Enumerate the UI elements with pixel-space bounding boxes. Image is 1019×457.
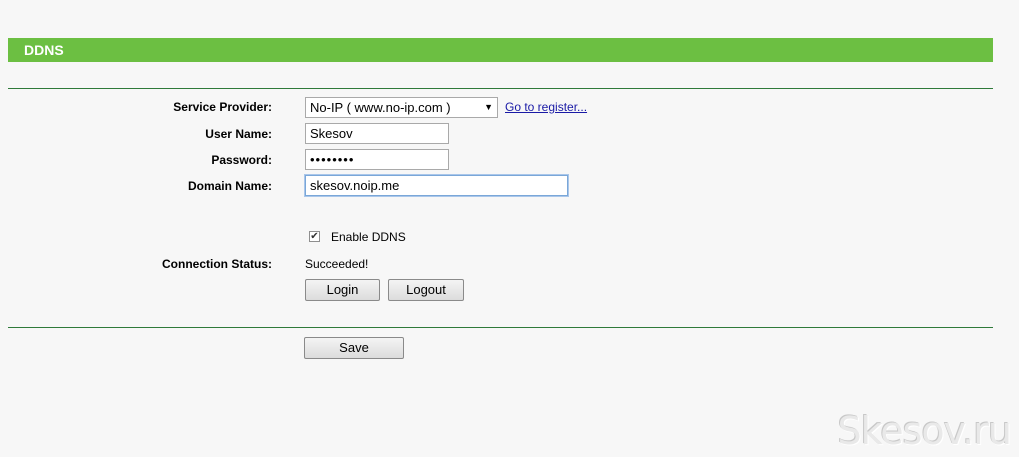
user-name-label: User Name:	[205, 127, 272, 141]
connection-status-value: Succeeded!	[305, 257, 369, 271]
enable-ddns-label: Enable DDNS	[331, 230, 406, 244]
login-button[interactable]: Login	[305, 279, 380, 301]
domain-name-label: Domain Name:	[187, 179, 272, 193]
dropdown-arrow-icon: ▼	[484, 102, 493, 112]
domain-name-input[interactable]: skesov.noip.me	[305, 175, 568, 196]
enable-ddns-checkbox[interactable]: ✔	[309, 231, 320, 242]
user-name-input[interactable]: Skesov	[305, 123, 449, 144]
service-provider-select[interactable]: No-IP ( www.no-ip.com ) ▼	[305, 97, 498, 118]
password-label: Password:	[211, 153, 272, 167]
save-button[interactable]: Save	[304, 337, 404, 359]
service-provider-label: Service Provider:	[173, 100, 272, 114]
service-provider-value: No-IP ( www.no-ip.com )	[310, 100, 451, 115]
logout-button[interactable]: Logout	[388, 279, 464, 301]
header-bar: DDNS	[8, 38, 993, 62]
watermark: Skesov.ru	[837, 409, 1012, 453]
page-title: DDNS	[24, 42, 64, 58]
top-divider	[8, 88, 993, 89]
password-input[interactable]: ••••••••	[305, 149, 449, 170]
bottom-divider	[8, 327, 993, 328]
register-link[interactable]: Go to register...	[505, 100, 587, 114]
connection-status-label: Connection Status:	[162, 257, 272, 271]
